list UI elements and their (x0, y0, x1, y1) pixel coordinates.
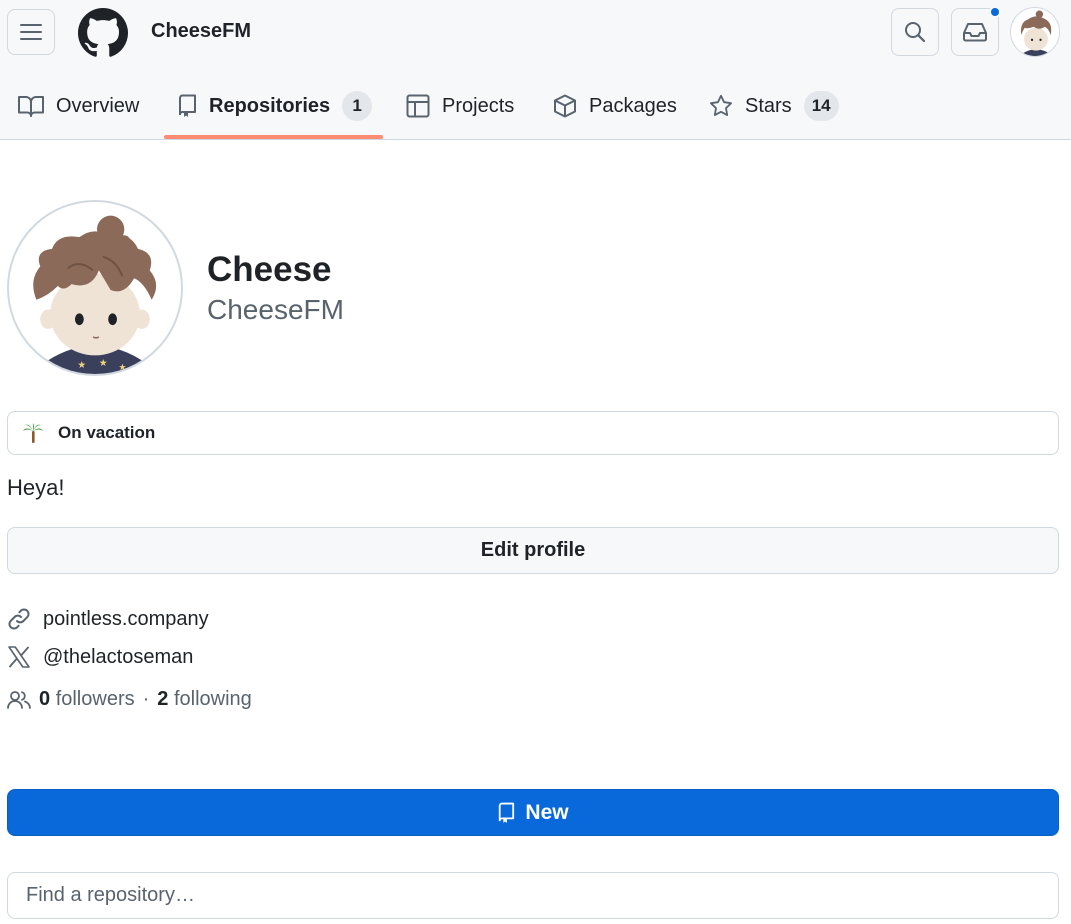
search-button[interactable] (891, 8, 939, 56)
tab-label: Projects (442, 94, 515, 117)
package-icon (554, 94, 576, 118)
menu-button[interactable] (7, 9, 55, 55)
profile-username: CheeseFM (207, 294, 344, 325)
link-icon (8, 608, 30, 630)
repo-icon (499, 802, 515, 823)
profile-avatar[interactable]: ★ ★ ★ (7, 200, 183, 376)
follow-stats: 0 followers · 2 following (7, 688, 252, 711)
table-icon (406, 94, 430, 118)
tab-label: Repositories (209, 94, 331, 117)
twitter-handle-link[interactable]: @thelactoseman (43, 646, 193, 669)
svg-text:★: ★ (77, 360, 86, 371)
following-link[interactable]: 2 following (157, 688, 252, 711)
svg-text:★: ★ (118, 363, 126, 373)
hamburger-icon (20, 24, 42, 40)
inbox-button[interactable] (951, 6, 1001, 56)
status-text: On vacation (58, 423, 156, 442)
new-button-label: New (525, 800, 569, 824)
profile-header: CheeseFM Overview Repositories 1 Project… (0, 0, 1071, 140)
website-row: pointless.company (7, 607, 209, 631)
following-label: following (173, 688, 252, 710)
selected-tab-indicator (164, 135, 383, 139)
palm-tree-icon (23, 423, 43, 443)
people-icon (7, 690, 31, 709)
tab-packages[interactable]: Packages (553, 72, 677, 140)
github-logo[interactable] (78, 8, 128, 58)
tab-stars[interactable]: Stars 14 (709, 72, 839, 140)
owner-name[interactable]: CheeseFM (151, 20, 251, 43)
new-repository-button[interactable]: New (7, 789, 1059, 836)
separator: · (142, 688, 150, 710)
following-count: 2 (157, 688, 169, 710)
tab-label: Overview (56, 94, 140, 117)
profile-bio: Heya! (7, 475, 65, 500)
repo-count-badge: 1 (342, 91, 373, 121)
notification-indicator (989, 6, 1001, 18)
svg-text:★: ★ (99, 358, 108, 369)
tab-label: Stars (745, 94, 792, 117)
star-icon (710, 94, 732, 116)
profile-tabs: Overview Repositories 1 Projects Package… (0, 72, 1071, 140)
book-icon (18, 96, 44, 117)
user-avatar[interactable] (1010, 7, 1060, 57)
repo-icon (179, 94, 196, 117)
website-link[interactable]: pointless.company (43, 608, 209, 631)
tab-overview[interactable]: Overview (18, 72, 139, 140)
stars-count-badge: 14 (803, 91, 839, 121)
followers-count: 0 (39, 688, 51, 710)
status-box[interactable]: On vacation (7, 411, 1059, 455)
followers-label: followers (55, 688, 135, 710)
edit-profile-button[interactable]: Edit profile (7, 527, 1059, 574)
twitter-row: @thelactoseman (7, 645, 193, 669)
search-icon (905, 22, 926, 43)
x-logo-icon (8, 646, 30, 668)
tab-projects[interactable]: Projects (406, 72, 514, 140)
top-bar: CheeseFM (0, 0, 1071, 66)
profile-display-name: Cheese (207, 250, 332, 289)
followers-link[interactable]: 0 followers (39, 688, 135, 711)
find-repository-input[interactable] (7, 872, 1059, 919)
tab-repositories[interactable]: Repositories 1 (177, 72, 373, 140)
tab-label: Packages (589, 94, 677, 117)
inbox-icon (963, 23, 987, 42)
